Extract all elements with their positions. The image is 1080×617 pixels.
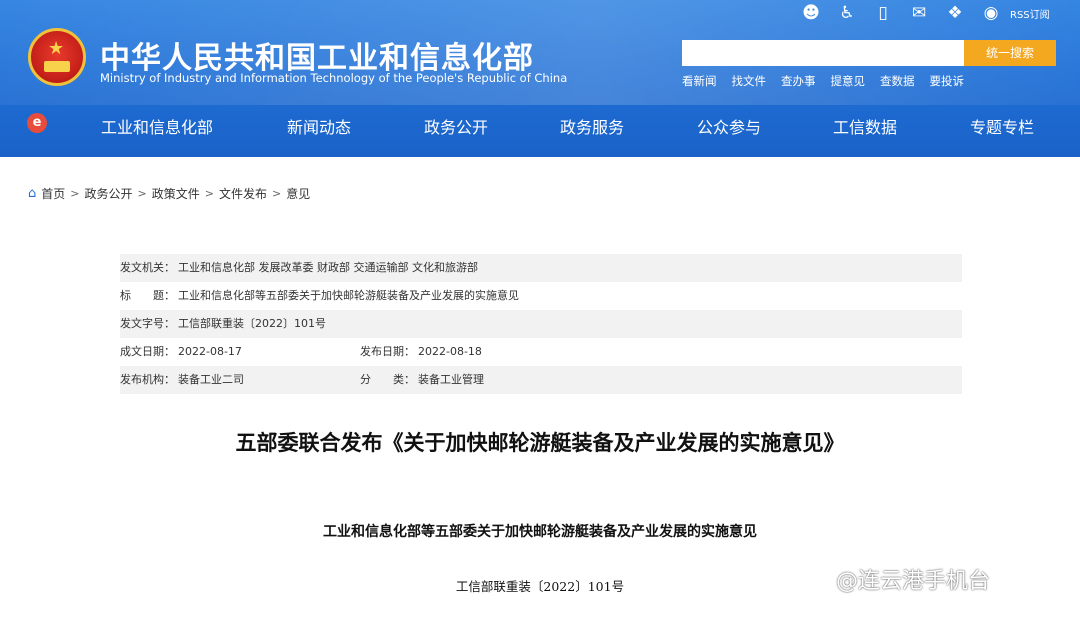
- home-icon[interactable]: ⌂: [28, 186, 36, 201]
- nav-item-participation[interactable]: 公众参与: [697, 114, 761, 138]
- published-label: 发布日期：: [360, 345, 415, 358]
- org-value: 装备工业二司: [178, 373, 244, 386]
- search-input[interactable]: [682, 40, 964, 66]
- main-nav: e 工业和信息化部 新闻动态 政务公开 政务服务 公众参与 工信数据 专题专栏: [0, 105, 1080, 145]
- issuer-value: 工业和信息化部 发展改革委 财政部 交通运输部 文化和旅游部: [178, 261, 478, 274]
- title-value: 工业和信息化部等五部委关于加快邮轮游艇装备及产业发展的实施意见: [178, 289, 519, 302]
- watermark: @连云港手机台: [836, 569, 991, 594]
- meta-row-dates: 成文日期： 2022-08-17 发布日期： 2022-08-18: [120, 338, 962, 366]
- weibo-icon[interactable]: ◉: [980, 3, 1002, 23]
- document-meta-table: 发文机关： 工业和信息化部 发展改革委 财政部 交通运输部 文化和旅游部 标 题…: [120, 254, 962, 394]
- top-utility-bar: ☻ ♿ ▯ ✉ ❖ ◉ RSS订阅: [800, 0, 1050, 26]
- search-button[interactable]: 统一搜索: [964, 40, 1056, 66]
- nav-item-topics[interactable]: 专题专栏: [970, 114, 1034, 138]
- docno-label: 发文字号：: [120, 317, 175, 330]
- quick-link-files[interactable]: 找文件: [732, 73, 767, 89]
- article-subtitle: 工业和信息化部等五部委关于加快邮轮游艇装备及产业发展的实施意见: [323, 524, 757, 540]
- breadcrumb-home[interactable]: 首页: [41, 185, 65, 202]
- article-title: 五部委联合发布《关于加快邮轮游艇装备及产业发展的实施意见》: [235, 431, 845, 455]
- nav-item-government-affairs[interactable]: 政务公开: [424, 114, 488, 138]
- nav-item-services[interactable]: 政务服务: [560, 114, 624, 138]
- meta-row-org: 发布机构： 装备工业二司 分 类： 装备工业管理: [120, 366, 962, 394]
- quick-links: 看新闻 找文件 查办事 提意见 查数据 要投诉: [682, 73, 964, 89]
- national-emblem-logo: ★: [28, 28, 86, 86]
- org-label: 发布机构：: [120, 373, 175, 386]
- mobile-person-icon[interactable]: ☻: [800, 3, 822, 23]
- chevron-right-icon: >: [70, 187, 80, 200]
- phone-icon[interactable]: ▯: [872, 3, 894, 23]
- chevron-right-icon: >: [137, 187, 147, 200]
- docno-value: 工信部联重装〔2022〕101号: [178, 317, 326, 330]
- created-label: 成文日期：: [120, 345, 175, 358]
- gate-icon: [44, 61, 70, 72]
- wechat-icon[interactable]: ❖: [944, 3, 966, 23]
- chevron-right-icon: >: [204, 187, 214, 200]
- meta-row-title: 标 题： 工业和信息化部等五部委关于加快邮轮游艇装备及产业发展的实施意见: [120, 282, 962, 310]
- star-icon: ★: [48, 38, 65, 59]
- quick-link-feedback[interactable]: 提意见: [831, 73, 866, 89]
- breadcrumb-opinion[interactable]: 意见: [286, 185, 310, 202]
- site-title-english: Ministry of Industry and Information Tec…: [100, 71, 568, 85]
- meta-row-docno: 发文字号： 工信部联重装〔2022〕101号: [120, 310, 962, 338]
- quick-link-complaint[interactable]: 要投诉: [930, 73, 965, 89]
- rss-link[interactable]: RSS订阅: [1010, 6, 1050, 21]
- nav-item-ministry[interactable]: 工业和信息化部: [101, 114, 213, 138]
- category-value: 装备工业管理: [418, 373, 484, 386]
- meta-row-issuer: 发文机关： 工业和信息化部 发展改革委 财政部 交通运输部 文化和旅游部: [120, 254, 962, 282]
- ministry-logo-icon[interactable]: e: [27, 113, 47, 133]
- mail-icon[interactable]: ✉: [908, 3, 930, 23]
- breadcrumb-policy-docs[interactable]: 政策文件: [152, 185, 200, 202]
- nav-item-data[interactable]: 工信数据: [833, 114, 897, 138]
- quick-link-data[interactable]: 查数据: [880, 73, 915, 89]
- breadcrumb-file-release[interactable]: 文件发布: [219, 185, 267, 202]
- site-header: ★ 中华人民共和国工业和信息化部 Ministry of Industry an…: [0, 0, 1080, 157]
- category-label: 分 类：: [360, 373, 415, 386]
- chevron-right-icon: >: [271, 187, 282, 200]
- published-value: 2022-08-18: [418, 345, 482, 358]
- breadcrumb-government-affairs[interactable]: 政务公开: [85, 185, 133, 202]
- created-value: 2022-08-17: [178, 345, 242, 358]
- accessibility-icon[interactable]: ♿: [836, 3, 858, 23]
- issuer-label: 发文机关：: [120, 261, 175, 274]
- breadcrumb: ⌂ 首页 > 政务公开 > 政策文件 > 文件发布 > 意见: [28, 185, 310, 202]
- quick-link-services[interactable]: 查办事: [781, 73, 816, 89]
- nav-item-news[interactable]: 新闻动态: [287, 114, 351, 138]
- quick-link-news[interactable]: 看新闻: [682, 73, 717, 89]
- title-label: 标 题：: [120, 289, 175, 302]
